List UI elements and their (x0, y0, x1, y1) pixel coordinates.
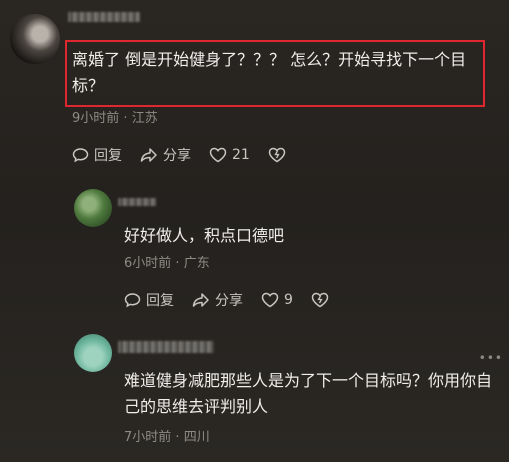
dislike-icon (268, 147, 286, 163)
username[interactable] (118, 341, 214, 353)
avatar[interactable] (74, 334, 112, 372)
comment-meta: 9小时前 · 江苏 (72, 107, 158, 126)
like-count: 21 (232, 147, 250, 163)
timestamp: 7小时前 (124, 430, 172, 445)
username[interactable] (118, 198, 156, 206)
meta-separator: · (175, 430, 180, 445)
location: 广东 (183, 256, 210, 271)
comment-text: 难道健身减肥那些人是为了下一个目标吗？你用你自己的思维去评判别人 (124, 371, 493, 416)
reply-icon (124, 293, 141, 308)
meta-separator: · (175, 256, 180, 271)
share-icon (192, 293, 209, 307)
avatar[interactable] (74, 189, 112, 227)
more-icon[interactable]: ••• (479, 351, 503, 365)
comment-actions: 回复 分享 21 (72, 145, 309, 165)
like-button[interactable]: 21 (209, 147, 250, 163)
comment-text: 离婚了 倒是开始健身了？？？ 怎么？开始寻找下一个目标？ (72, 50, 467, 95)
username[interactable] (68, 12, 140, 22)
share-icon (140, 148, 157, 162)
reply-button[interactable]: 回复 (124, 290, 174, 310)
avatar[interactable] (10, 14, 60, 64)
like-button[interactable]: 9 (261, 292, 293, 308)
timestamp: 6小时前 (124, 256, 172, 271)
timestamp: 9小时前 (72, 111, 120, 126)
share-button[interactable]: 分享 (192, 290, 243, 310)
comment-text: 好好做人，积点口德吧 (124, 226, 285, 245)
dislike-button[interactable] (311, 292, 334, 308)
comment-meta: 7小时前 · 四川 (124, 426, 210, 445)
share-button[interactable]: 分享 (140, 145, 191, 165)
location: 江苏 (131, 111, 158, 126)
like-icon (209, 147, 227, 163)
meta-separator: · (123, 111, 128, 126)
comment-meta: 6小时前 · 广东 (124, 252, 210, 271)
dislike-button[interactable] (268, 147, 291, 163)
reply-label: 回复 (146, 293, 174, 309)
like-count: 9 (284, 292, 293, 308)
share-label: 分享 (215, 293, 243, 309)
share-label: 分享 (163, 148, 191, 164)
dislike-icon (311, 292, 329, 308)
like-icon (261, 292, 279, 308)
reply-button[interactable]: 回复 (72, 145, 122, 165)
reply-icon (72, 148, 89, 163)
reply-label: 回复 (94, 148, 122, 164)
location: 四川 (183, 430, 210, 445)
comment-actions: 回复 分享 9 (124, 290, 352, 310)
